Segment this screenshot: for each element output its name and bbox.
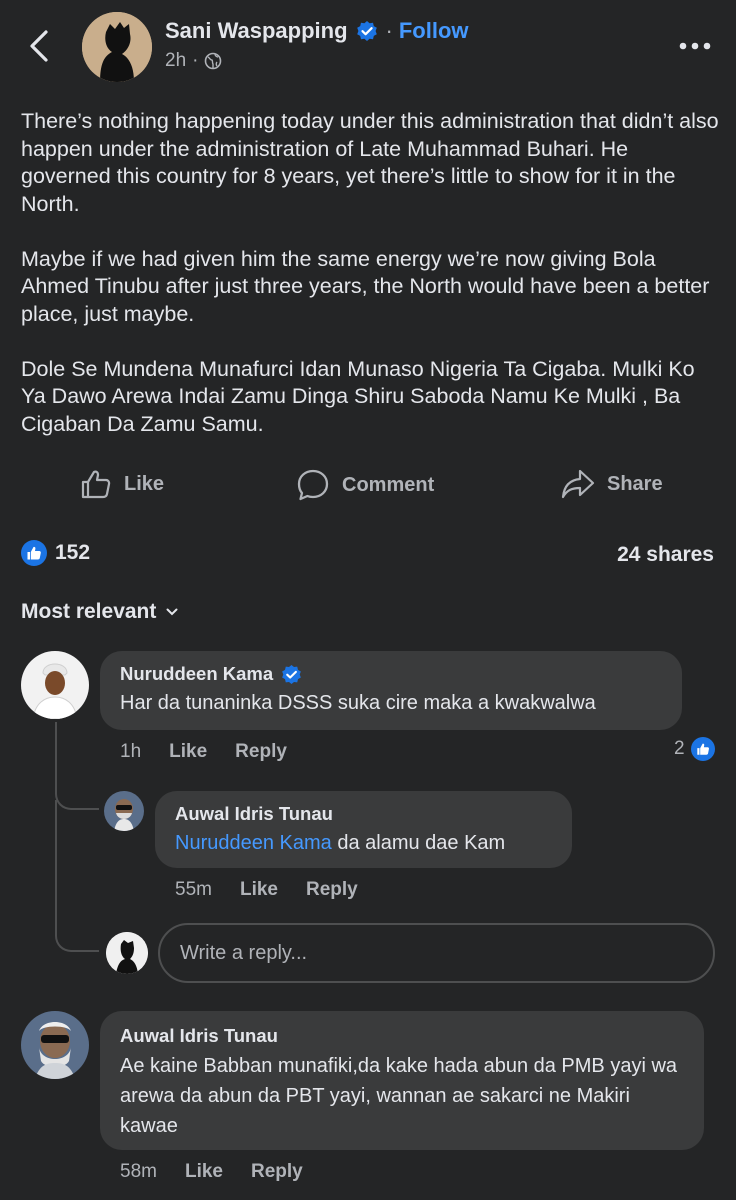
reactions-summary[interactable]: 152 [21, 540, 90, 566]
comment-icon [297, 469, 329, 501]
comments-sort-dropdown[interactable]: Most relevant [21, 600, 178, 624]
share-icon [561, 469, 595, 499]
comment-reactions[interactable]: 2 [674, 737, 715, 761]
sort-label: Most relevant [21, 600, 157, 623]
separator-dot: · [192, 50, 199, 71]
commenter-avatar[interactable] [21, 651, 89, 719]
comment-time[interactable]: 1h [120, 741, 141, 763]
comment-time[interactable]: 58m [120, 1161, 157, 1183]
comment-text: da alamu dae Kam [331, 832, 506, 854]
separator-dot: · [385, 18, 393, 43]
share-label: Share [607, 472, 663, 495]
comment-like-button[interactable]: Like [240, 879, 278, 901]
post-paragraph: Maybe if we had given him the same energ… [21, 246, 710, 326]
like-reaction-icon [21, 540, 47, 566]
reactions-count: 152 [55, 541, 91, 564]
comment-like-button[interactable]: Like [169, 741, 207, 763]
user-avatar [106, 932, 148, 974]
thread-connector [55, 900, 99, 952]
verified-badge-icon [282, 664, 302, 684]
more-icon[interactable] [676, 36, 716, 56]
shares-count[interactable]: 24 shares [617, 543, 714, 567]
commenter-name[interactable]: Auwal Idris Tunau [120, 1025, 684, 1047]
author-avatar[interactable] [82, 12, 152, 82]
chevron-down-icon [166, 608, 178, 616]
comment-reaction-count: 2 [674, 738, 685, 759]
comment-label: Comment [342, 473, 435, 496]
follow-button[interactable]: Follow [399, 18, 469, 44]
comment-reply-button[interactable]: Reply [251, 1161, 303, 1183]
commenter-name[interactable]: Nuruddeen Kama [120, 663, 273, 685]
like-label: Like [124, 472, 165, 495]
back-arrow-icon[interactable] [26, 28, 56, 64]
comment-time[interactable]: 55m [175, 879, 212, 901]
reply-input[interactable]: Write a reply... [158, 923, 715, 983]
commenter-name[interactable]: Auwal Idris Tunau [175, 803, 552, 825]
comment-button[interactable]: Comment [296, 468, 434, 502]
comment-reply-button[interactable]: Reply [306, 879, 358, 901]
reply-placeholder: Write a reply... [180, 941, 308, 964]
commenter-avatar[interactable] [21, 1011, 89, 1079]
post-paragraph: There’s nothing happening today under th… [21, 109, 719, 216]
commenter-avatar[interactable] [104, 791, 144, 831]
comment-text: Har da tunaninka DSSS suka cire maka a k… [120, 692, 596, 714]
share-button[interactable]: Share [561, 468, 663, 500]
like-reaction-icon [690, 737, 715, 761]
globe-icon [205, 52, 222, 70]
thread-connector [55, 722, 99, 810]
comment-reply-button[interactable]: Reply [235, 741, 287, 763]
comment-like-button[interactable]: Like [185, 1161, 223, 1183]
comment-text: Ae kaine Babban munafiki,da kake hada ab… [120, 1055, 678, 1137]
like-icon [81, 470, 111, 499]
verified-badge-icon [356, 21, 377, 41]
like-button[interactable]: Like [80, 468, 164, 500]
author-name[interactable]: Sani Waspapping [165, 18, 348, 44]
comment-bubble[interactable]: Nuruddeen Kama Har da tunaninka DSSS suk… [100, 651, 682, 730]
post-body: There’s nothing happening today under th… [21, 108, 721, 466]
comment-bubble[interactable]: Auwal Idris Tunau Nuruddeen Kama da alam… [155, 791, 572, 868]
comment-bubble[interactable]: Auwal Idris Tunau Ae kaine Babban munafi… [100, 1011, 704, 1150]
post-time[interactable]: 2h [165, 50, 186, 72]
mention-link[interactable]: Nuruddeen Kama [175, 832, 332, 854]
post-paragraph: Dole Se Mundena Munafurci Idan Munaso Ni… [21, 356, 695, 436]
